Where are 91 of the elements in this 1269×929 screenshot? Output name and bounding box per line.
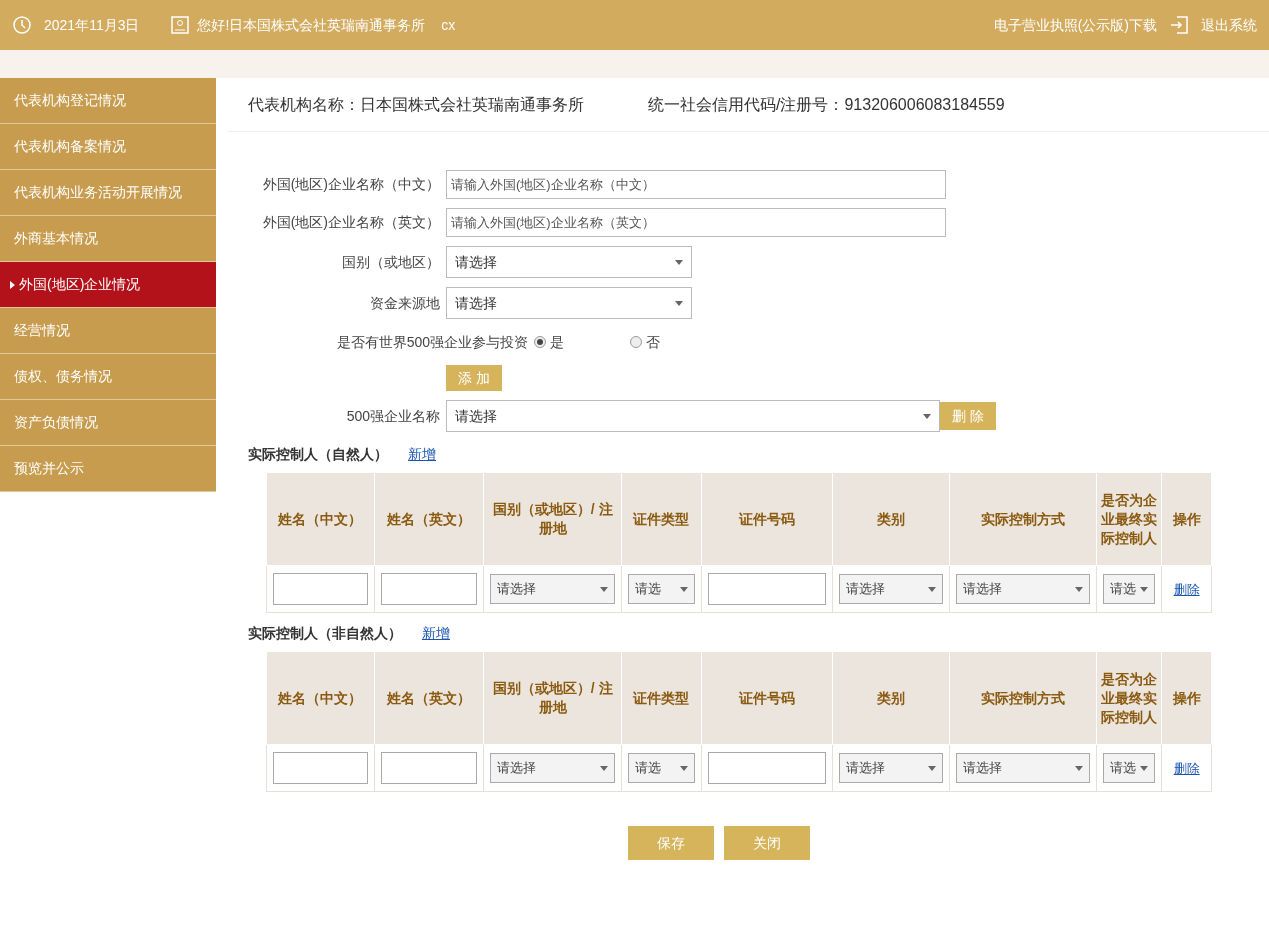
table-input[interactable] (380, 752, 478, 784)
table-select[interactable]: 请选择 (838, 574, 943, 604)
column-header: 证件类型 (621, 651, 702, 745)
table-select[interactable]: 请选 (628, 574, 695, 604)
select-value: 请选择 (845, 580, 885, 599)
add-link[interactable]: 新增 (408, 443, 436, 465)
greeting-text: 您好!日本国株式会社英瑞南通事务所 (197, 15, 426, 35)
table-input[interactable] (273, 752, 368, 784)
radio-label: 否 (646, 332, 660, 352)
table-input[interactable] (380, 573, 478, 605)
logout-icon (1169, 15, 1189, 35)
field-label: 外国(地区)企业名称（中文） (261, 175, 440, 194)
delete-link[interactable]: 删除 (1173, 582, 1200, 597)
section-title: 实际控制人（非自然人） (248, 623, 402, 643)
column-header: 类别 (832, 472, 950, 566)
caret-icon (1075, 586, 1084, 592)
table-input[interactable] (707, 752, 826, 784)
column-header: 类别 (832, 651, 950, 745)
select-value: 请选择 (845, 759, 885, 778)
delete-link[interactable]: 删除 (1173, 761, 1200, 776)
field-label: 国别（或地区） (341, 252, 440, 272)
select-value: 请选择 (455, 252, 497, 272)
table-select[interactable]: 请选择 (955, 574, 1091, 604)
radio-label: 是 (550, 332, 564, 352)
column-header: 是否为企业最终实际控制人 (1096, 472, 1162, 566)
select-value: 请选 (1110, 580, 1137, 599)
bullet-icon (10, 280, 15, 289)
select-field[interactable]: 请选择 (446, 246, 692, 278)
text-input[interactable]: 请输入外国(地区)企业名称（英文） (446, 208, 946, 237)
select-value: 请选 (1110, 759, 1137, 778)
field-label: 500强企业名称 (345, 406, 440, 426)
radio-button[interactable] (630, 336, 642, 348)
column-header: 是否为企业最终实际控制人 (1096, 651, 1162, 745)
credit-code-text: 统一社会信用代码/注册号：913206006083184559 (648, 94, 1005, 115)
table-select[interactable]: 请选择 (955, 753, 1091, 783)
table-input[interactable] (707, 573, 826, 605)
org-name-text: 代表机构名称：日本国株式会社英瑞南通事务所 (248, 94, 584, 115)
sidebar-item[interactable]: 外国(地区)企业情况 (0, 262, 216, 308)
date-text: 2021年11月3日 (44, 15, 140, 35)
column-header: 姓名（英文） (374, 472, 484, 566)
column-header: 国别（或地区）/ 注册地 (483, 651, 622, 745)
add-link[interactable]: 新增 (422, 622, 450, 644)
select-value: 请选 (635, 759, 662, 778)
column-header: 操作 (1161, 472, 1212, 566)
field-label: 外国(地区)企业名称（英文） (261, 213, 440, 232)
column-header: 证件号码 (701, 651, 833, 745)
select-value: 请选择 (497, 580, 537, 599)
column-header: 姓名（中文） (266, 472, 375, 566)
field-label: 资金来源地 (369, 293, 440, 313)
caret-icon (679, 765, 688, 771)
section-title: 实际控制人（自然人） (248, 444, 388, 464)
table-input[interactable] (273, 573, 368, 605)
table-select[interactable]: 请选 (1103, 574, 1156, 604)
column-header: 实际控制方式 (949, 472, 1097, 566)
table-select[interactable]: 请选 (1103, 753, 1156, 783)
caret-icon (600, 586, 609, 592)
column-header: 证件类型 (621, 472, 702, 566)
column-header: 实际控制方式 (949, 651, 1097, 745)
column-header: 姓名（中文） (266, 651, 375, 745)
select-value: 请选择 (497, 759, 537, 778)
column-header: 姓名（英文） (374, 651, 484, 745)
caret-icon (600, 765, 609, 771)
caret-icon (679, 586, 688, 592)
caret-icon (923, 413, 931, 419)
column-header: 操作 (1161, 651, 1212, 745)
text-input[interactable]: 请输入外国(地区)企业名称（中文） (446, 170, 946, 199)
radio-button[interactable] (534, 336, 546, 348)
user-name: cx (441, 15, 456, 35)
caret-icon (927, 765, 936, 771)
select-value: 请选 (635, 580, 662, 599)
table-select[interactable]: 请选择 (490, 574, 616, 604)
select-field[interactable]: 请选择 (446, 287, 692, 319)
select-value: 请选择 (455, 293, 497, 313)
select-value: 请选择 (962, 580, 1002, 599)
caret-icon (927, 586, 936, 592)
table-select[interactable]: 请选 (628, 753, 695, 783)
table-select[interactable]: 请选择 (490, 753, 616, 783)
caret-icon (1075, 765, 1084, 771)
column-header: 证件号码 (701, 472, 833, 566)
field-label: 是否有世界500强企业参与投资 (335, 332, 528, 352)
caret-icon (1140, 586, 1149, 592)
user-icon (171, 16, 190, 34)
select-value: 请选择 (455, 406, 497, 426)
select-value: 请选择 (962, 759, 1002, 778)
caret-icon (675, 300, 683, 306)
caret-icon (1140, 765, 1149, 771)
caret-icon (675, 259, 683, 265)
select-field[interactable]: 请选择 (446, 400, 940, 432)
column-header: 国别（或地区）/ 注册地 (483, 472, 622, 566)
clock-icon (12, 15, 32, 35)
table-select[interactable]: 请选择 (838, 753, 943, 783)
